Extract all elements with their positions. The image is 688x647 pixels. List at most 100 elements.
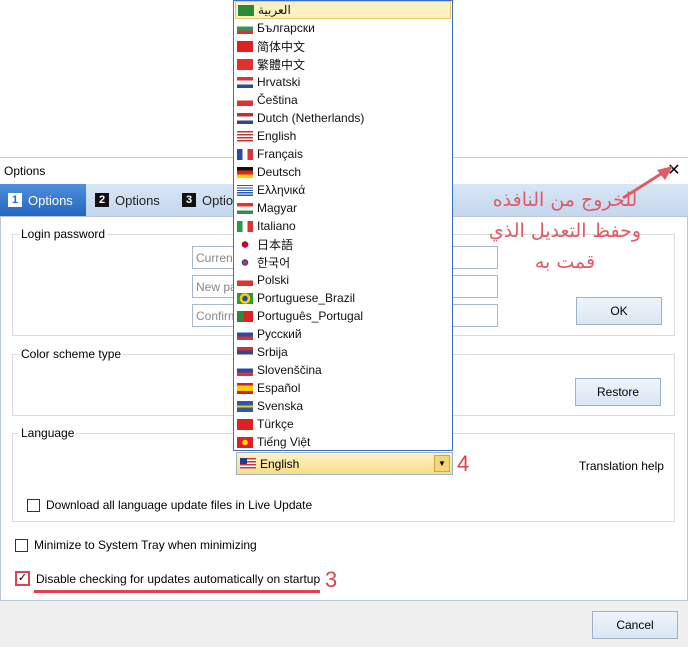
- tab-number: 3: [182, 193, 196, 207]
- annotation-step-3: 3: [325, 567, 338, 592]
- annotation-step-4: 4: [457, 451, 470, 476]
- language-option[interactable]: Magyar: [235, 199, 451, 217]
- annotation-line: قمت به: [534, 251, 596, 273]
- language-option-label: Dutch (Netherlands): [257, 111, 365, 125]
- translation-help-link[interactable]: Translation help: [579, 459, 664, 473]
- new-password-placeholder: New password: [196, 280, 235, 294]
- us-flag-icon: [240, 458, 256, 469]
- group-label: Language: [19, 426, 77, 440]
- language-option-label: Tiếng Việt: [257, 435, 311, 449]
- language-option[interactable]: Tiếng Việt: [235, 433, 451, 451]
- language-option[interactable]: 日本語: [235, 235, 451, 253]
- language-option[interactable]: Ελληνικά: [235, 181, 451, 199]
- language-option[interactable]: Svenska: [235, 397, 451, 415]
- language-option[interactable]: Italiano: [235, 217, 451, 235]
- flag-icon: [237, 112, 253, 124]
- language-option[interactable]: Hrvatski: [235, 73, 451, 91]
- group-label: Color scheme type: [19, 347, 124, 361]
- cancel-button[interactable]: Cancel: [592, 611, 678, 639]
- dialog-title: Options: [4, 164, 46, 178]
- tab-number: 1: [8, 193, 22, 207]
- language-option-label: العربية: [258, 3, 291, 17]
- language-option[interactable]: 繁體中文: [235, 55, 451, 73]
- language-option[interactable]: 한국어: [235, 253, 451, 271]
- language-option-label: Português_Portugal: [257, 309, 364, 323]
- language-dropdown-list[interactable]: العربية Български 简体中文繁體中文 Hrvatski Čeština D…: [233, 0, 453, 451]
- flag-icon: [237, 76, 253, 88]
- language-option-label: Ελληνικά: [257, 183, 306, 197]
- flag-icon: [237, 346, 253, 358]
- flag-icon: [237, 274, 253, 286]
- flag-icon: [237, 364, 253, 376]
- flag-icon: [237, 238, 253, 250]
- dialog-footer: Cancel: [0, 601, 688, 647]
- language-option[interactable]: Deutsch: [235, 163, 451, 181]
- chevron-down-icon[interactable]: ▼: [434, 455, 450, 472]
- language-option-label: Български: [257, 21, 315, 35]
- flag-icon: [237, 418, 253, 430]
- disable-updates-checkbox[interactable]: ✓ Disable checking for updates automatica…: [15, 571, 320, 586]
- language-option[interactable]: Dutch (Netherlands): [235, 109, 451, 127]
- language-select[interactable]: English ▼: [236, 452, 453, 475]
- language-option[interactable]: Български: [235, 19, 451, 37]
- flag-icon: [237, 400, 253, 412]
- language-option-label: 繁體中文: [257, 57, 306, 72]
- tab-label: Options: [28, 192, 73, 208]
- checkbox-box[interactable]: [27, 498, 40, 512]
- selected-language: English: [260, 456, 300, 471]
- annotation-line: وحفظ التعديل الذي: [488, 220, 642, 242]
- language-option-label: Русский: [257, 327, 302, 341]
- language-option-label: Español: [257, 381, 301, 395]
- current-password-placeholder: Current password: [196, 251, 235, 265]
- flag-icon: [237, 184, 253, 196]
- language-option[interactable]: English: [235, 127, 451, 145]
- language-option-label: Magyar: [257, 201, 298, 215]
- checkbox-box[interactable]: [15, 538, 28, 552]
- language-option-label: Čeština: [257, 93, 298, 107]
- language-option[interactable]: Türkçe: [235, 415, 451, 433]
- language-option[interactable]: Slovenščina: [235, 361, 451, 379]
- flag-icon: [237, 130, 253, 142]
- language-option[interactable]: Русский: [235, 325, 451, 343]
- language-option[interactable]: Srbija: [235, 343, 451, 361]
- language-option-label: Svenska: [257, 399, 304, 413]
- flag-icon: [237, 310, 253, 322]
- minimize-to-tray-checkbox[interactable]: Minimize to System Tray when minimizing: [15, 538, 257, 552]
- flag-icon: [237, 94, 253, 106]
- language-option-label: Srbija: [257, 345, 288, 359]
- ok-button[interactable]: OK: [576, 297, 662, 325]
- check-icon[interactable]: ✓: [15, 571, 30, 586]
- flag-icon: [237, 292, 253, 304]
- language-option[interactable]: Portuguese_Brazil: [235, 289, 451, 307]
- language-option[interactable]: Français: [235, 145, 451, 163]
- language-option-label: Français: [257, 147, 304, 161]
- flag-icon: [237, 148, 253, 160]
- language-option[interactable]: العربية: [235, 1, 451, 19]
- restore-button[interactable]: Restore: [575, 378, 661, 406]
- flag-icon: [237, 382, 253, 394]
- checkbox-label: Minimize to System Tray when minimizing: [34, 538, 257, 552]
- flag-icon: [237, 202, 253, 214]
- annotation-arrow-icon: [622, 166, 673, 200]
- flag-icon: [237, 40, 253, 52]
- language-option[interactable]: Español: [235, 379, 451, 397]
- flag-icon: [238, 4, 254, 16]
- language-option[interactable]: Polski: [235, 271, 451, 289]
- annotation-underline: [34, 590, 320, 593]
- tab-label: Options: [115, 192, 160, 208]
- language-option-label: Polski: [257, 273, 290, 287]
- language-option[interactable]: Čeština: [235, 91, 451, 109]
- language-option-label: Hrvatski: [257, 75, 301, 89]
- flag-icon: [237, 328, 253, 340]
- language-option-label: 한국어: [257, 255, 291, 270]
- language-option[interactable]: 简体中文: [235, 37, 451, 55]
- tab-options-2[interactable]: 2 Options: [87, 184, 168, 216]
- flag-icon: [237, 220, 253, 232]
- download-all-checkbox[interactable]: Download all language update files in Li…: [27, 498, 312, 512]
- tab-options-1[interactable]: 1 Options: [0, 184, 86, 216]
- language-option-label: Italiano: [257, 219, 296, 233]
- language-option-label: Portuguese_Brazil: [257, 291, 356, 305]
- flag-icon: [237, 22, 253, 34]
- language-option[interactable]: Português_Portugal: [235, 307, 451, 325]
- checkbox-label: Disable checking for updates automatical…: [36, 571, 321, 586]
